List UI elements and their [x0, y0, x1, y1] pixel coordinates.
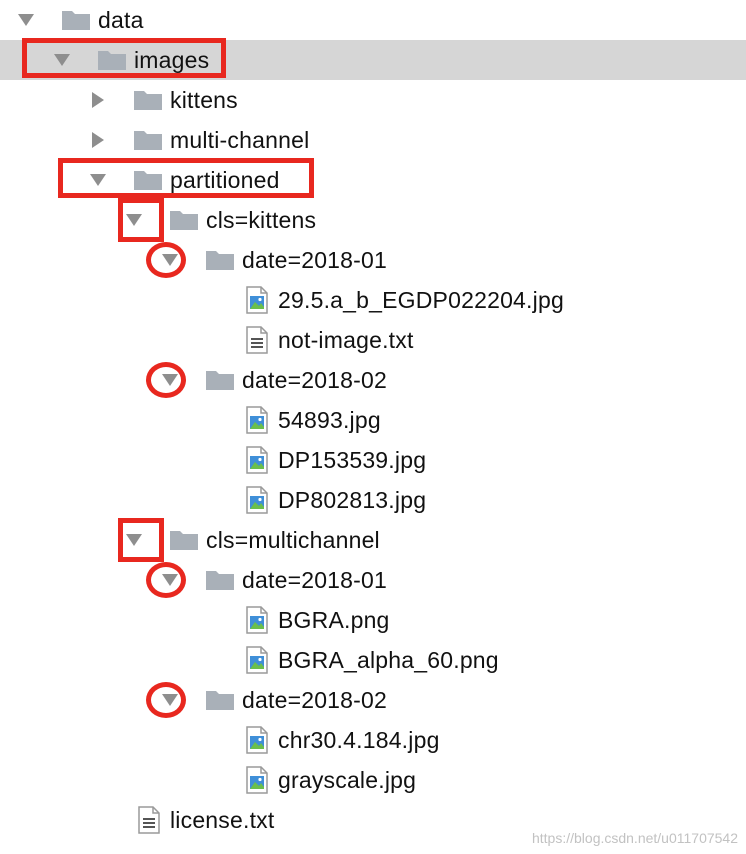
- image-file-icon: [246, 760, 268, 800]
- tree-row-label: license.txt: [170, 807, 275, 833]
- tree-row-label: grayscale.jpg: [278, 767, 417, 793]
- tree-row-label: multi-channel: [170, 127, 310, 153]
- image-file-icon: [246, 640, 268, 680]
- tree-row-cls-multichannel[interactable]: cls=multichannel: [0, 520, 746, 560]
- tree-row-file-bgra-alpha[interactable]: BGRA_alpha_60.png: [0, 640, 746, 680]
- tree-row-data[interactable]: data: [0, 0, 746, 40]
- tree-row-images[interactable]: images: [0, 40, 746, 80]
- folder-icon: [133, 160, 163, 200]
- tree-row-partitioned[interactable]: partitioned: [0, 160, 746, 200]
- disclosure-expanded-icon[interactable]: [14, 0, 38, 40]
- disclosure-collapsed-icon[interactable]: [86, 80, 110, 120]
- tree-row-label: DP802813.jpg: [278, 487, 427, 513]
- tree-row-label: date=2018-01: [242, 567, 388, 593]
- folder-icon: [61, 0, 91, 40]
- tree-row-kittens-date-2018-01[interactable]: date=2018-01: [0, 240, 746, 280]
- folder-icon: [133, 120, 163, 160]
- text-file-icon: [138, 800, 160, 840]
- folder-icon: [133, 80, 163, 120]
- folder-icon: [169, 200, 199, 240]
- tree-row-label: date=2018-02: [242, 367, 388, 393]
- tree-row-label: images: [134, 47, 210, 73]
- image-file-icon: [246, 400, 268, 440]
- project-file-tree: data images kittens multi-channel partitione…: [0, 0, 746, 854]
- tree-row-file-dp802813[interactable]: DP802813.jpg: [0, 480, 746, 520]
- folder-icon: [205, 360, 235, 400]
- disclosure-expanded-icon[interactable]: [50, 40, 74, 80]
- tree-row-file-not-image[interactable]: not-image.txt: [0, 320, 746, 360]
- tree-row-multi-date-2018-01[interactable]: date=2018-01: [0, 560, 746, 600]
- tree-row-label: date=2018-02: [242, 687, 388, 713]
- tree-row-label: date=2018-01: [242, 247, 388, 273]
- folder-icon: [205, 680, 235, 720]
- disclosure-expanded-icon[interactable]: [158, 680, 182, 720]
- tree-row-kittens-date-2018-02[interactable]: date=2018-02: [0, 360, 746, 400]
- tree-row-file-bgra[interactable]: BGRA.png: [0, 600, 746, 640]
- watermark: https://blog.csdn.net/u011707542: [531, 830, 738, 846]
- tree-row-file-chr30[interactable]: chr30.4.184.jpg: [0, 720, 746, 760]
- image-file-icon: [246, 480, 268, 520]
- image-file-icon: [246, 720, 268, 760]
- tree-row-multi-date-2018-02[interactable]: date=2018-02: [0, 680, 746, 720]
- folder-icon: [169, 520, 199, 560]
- tree-row-label: chr30.4.184.jpg: [278, 727, 440, 753]
- tree-row-file-grayscale[interactable]: grayscale.jpg: [0, 760, 746, 800]
- tree-row-label: cls=multichannel: [206, 527, 380, 553]
- tree-row-file-29-5[interactable]: 29.5.a_b_EGDP022204.jpg: [0, 280, 746, 320]
- folder-icon: [205, 240, 235, 280]
- tree-row-cls-kittens[interactable]: cls=kittens: [0, 200, 746, 240]
- tree-row-label: DP153539.jpg: [278, 447, 427, 473]
- tree-row-label: not-image.txt: [278, 327, 414, 353]
- disclosure-expanded-icon[interactable]: [122, 520, 146, 560]
- disclosure-expanded-icon[interactable]: [86, 160, 110, 200]
- disclosure-expanded-icon[interactable]: [158, 240, 182, 280]
- tree-row-file-dp153539[interactable]: DP153539.jpg: [0, 440, 746, 480]
- tree-row-label: 54893.jpg: [278, 407, 381, 433]
- tree-row-label: kittens: [170, 87, 238, 113]
- tree-row-multi-channel[interactable]: multi-channel: [0, 120, 746, 160]
- image-file-icon: [246, 600, 268, 640]
- tree-row-file-54893[interactable]: 54893.jpg: [0, 400, 746, 440]
- tree-row-label: partitioned: [170, 167, 280, 193]
- tree-row-kittens[interactable]: kittens: [0, 80, 746, 120]
- tree-row-label: cls=kittens: [206, 207, 317, 233]
- folder-icon: [97, 40, 127, 80]
- disclosure-expanded-icon[interactable]: [122, 200, 146, 240]
- disclosure-collapsed-icon[interactable]: [86, 120, 110, 160]
- disclosure-expanded-icon[interactable]: [158, 360, 182, 400]
- text-file-icon: [246, 320, 268, 360]
- tree-row-label: data: [98, 7, 144, 33]
- tree-row-label: BGRA.png: [278, 607, 390, 633]
- disclosure-expanded-icon[interactable]: [158, 560, 182, 600]
- folder-icon: [205, 560, 235, 600]
- tree-row-label: 29.5.a_b_EGDP022204.jpg: [278, 287, 564, 313]
- image-file-icon: [246, 280, 268, 320]
- image-file-icon: [246, 440, 268, 480]
- tree-row-label: BGRA_alpha_60.png: [278, 647, 499, 673]
